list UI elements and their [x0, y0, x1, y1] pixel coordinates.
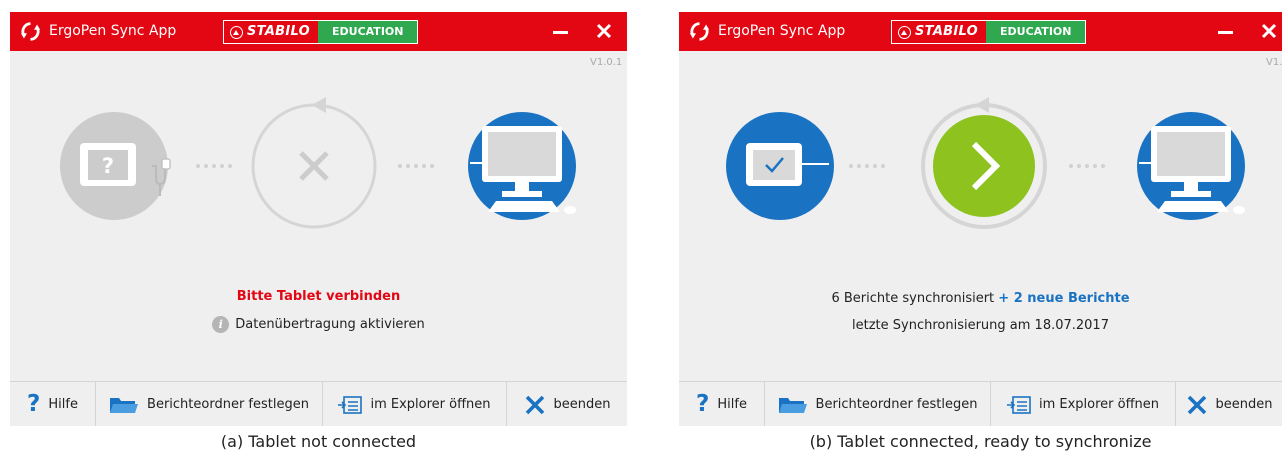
open-in-explorer-label: im Explorer öffnen — [370, 397, 491, 412]
footer-toolbar: ? Hilfe Berichteordner festlegen im Expl… — [10, 381, 627, 426]
brand-stabilo-text: STABILO — [915, 24, 978, 39]
close-icon — [1261, 23, 1277, 39]
status-hint-row[interactable]: i Datenübertragung aktivieren — [10, 316, 627, 333]
close-x-icon — [1187, 395, 1206, 414]
tablet-connected-icon — [726, 112, 834, 220]
svg-text:?: ? — [102, 154, 114, 178]
stabilo-logo-icon — [230, 25, 243, 39]
info-icon: i — [212, 316, 230, 333]
title-bar[interactable]: ErgoPen Sync App STABILO EDUCATION — [10, 12, 627, 51]
set-report-folder-label: Berichteordner festlegen — [815, 397, 978, 412]
close-x-icon — [525, 395, 544, 414]
status-hint: Datenübertragung aktivieren — [235, 317, 425, 332]
sync-count: 6 Berichte synchronisiert — [831, 291, 995, 306]
app-title: ErgoPen Sync App — [49, 23, 177, 39]
open-in-explorer-button[interactable]: im Explorer öffnen — [323, 382, 507, 426]
caption-b: (b) Tablet connected, ready to synchroni… — [809, 432, 1152, 451]
connection-status-graphic: ? — [60, 97, 576, 229]
brand-stabilo-text: STABILO — [247, 24, 310, 39]
explorer-icon — [338, 395, 363, 414]
stabilo-education-logo: STABILO EDUCATION — [891, 20, 1087, 44]
minimize-button[interactable] — [545, 12, 575, 51]
close-icon — [596, 23, 612, 39]
footer-toolbar: ? Hilfe Berichteordner festlegen im Expl… — [679, 381, 1282, 426]
connection-dots-left — [196, 164, 232, 168]
quit-label: beenden — [553, 397, 611, 412]
connection-dots-right — [1069, 164, 1105, 168]
minimize-button[interactable] — [1210, 12, 1240, 51]
title-bar[interactable]: ErgoPen Sync App STABILO EDUCATION — [679, 12, 1282, 51]
status-title: Bitte Tablet verbinden — [236, 289, 401, 304]
app-title: ErgoPen Sync App — [718, 23, 846, 39]
stabilo-logo-icon — [898, 25, 911, 39]
caption-a: (a) Tablet not connected — [220, 432, 417, 451]
open-in-explorer-label: im Explorer öffnen — [1038, 397, 1160, 412]
help-icon: ? — [27, 391, 41, 417]
computer-icon — [1137, 112, 1245, 220]
sync-logo-icon — [20, 22, 41, 41]
sync-logo-icon — [689, 22, 710, 41]
close-button[interactable] — [589, 12, 619, 51]
set-report-folder-button[interactable]: Berichteordner festlegen — [96, 382, 323, 426]
help-label: Hilfe — [717, 397, 747, 412]
last-sync: letzte Synchronisierung am 18.07.2017 — [852, 318, 1109, 333]
help-label: Hilfe — [48, 397, 78, 412]
quit-button[interactable]: beenden — [507, 382, 627, 426]
sync-unavailable-icon — [251, 97, 377, 229]
open-in-explorer-button[interactable]: im Explorer öffnen — [991, 382, 1176, 426]
computer-icon — [468, 112, 576, 220]
version-label: V1.0 — [1266, 57, 1282, 68]
connection-dots-right — [398, 164, 434, 168]
close-button[interactable] — [1254, 12, 1282, 51]
quit-label: beenden — [1215, 397, 1273, 412]
app-window-tablet-disconnected: ErgoPen Sync App STABILO EDUCATION V1.0.… — [10, 12, 627, 426]
folder-icon — [778, 397, 807, 413]
help-button[interactable]: ? Hilfe — [10, 382, 96, 426]
quit-button[interactable]: beenden — [1176, 382, 1282, 426]
connection-status-graphic — [726, 97, 1245, 229]
set-report-folder-label: Berichteordner festlegen — [147, 397, 309, 412]
help-button[interactable]: ? Hilfe — [679, 382, 765, 426]
sync-new-reports: + 2 neue Berichte — [998, 291, 1130, 306]
stabilo-education-logo: STABILO EDUCATION — [223, 20, 419, 44]
brand-education-text: EDUCATION — [318, 21, 418, 43]
tablet-unknown-icon: ? — [60, 112, 171, 220]
sync-summary: 6 Berichte synchronisiert + 2 neue Beric… — [679, 291, 1282, 306]
connection-dots-left — [849, 164, 885, 168]
folder-icon — [110, 397, 139, 413]
help-icon: ? — [696, 391, 710, 417]
sync-ready-icon — [921, 97, 1047, 229]
brand-education-text: EDUCATION — [986, 21, 1086, 43]
set-report-folder-button[interactable]: Berichteordner festlegen — [765, 382, 991, 426]
app-window-tablet-connected: ErgoPen Sync App STABILO EDUCATION V1.0 — [679, 12, 1282, 426]
explorer-icon — [1006, 395, 1031, 414]
version-label: V1.0.1 — [590, 57, 623, 68]
